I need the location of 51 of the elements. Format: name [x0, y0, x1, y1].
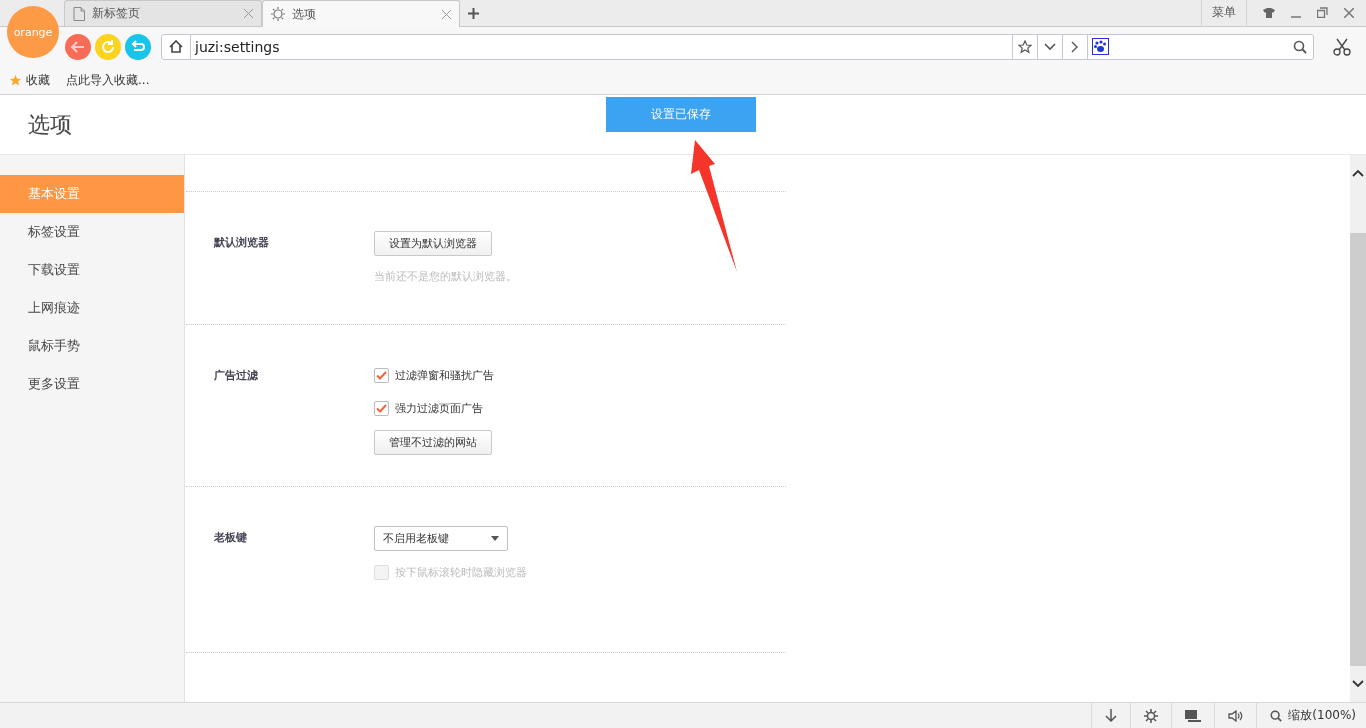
page-icon: [73, 6, 85, 21]
section-label: 广告过滤: [213, 368, 259, 384]
scrollbar[interactable]: [1350, 155, 1366, 702]
page-title: 选项: [28, 110, 73, 139]
zoom-level[interactable]: 缩放(100%): [1288, 707, 1356, 724]
search-icon[interactable]: [1293, 39, 1307, 54]
gear-icon: [271, 7, 285, 21]
gear-icon[interactable]: [1144, 708, 1159, 723]
dropdown[interactable]: 不启用老板键: [374, 526, 508, 551]
menu-button[interactable]: 菜单: [1201, 0, 1247, 26]
section-label: 默认浏览器: [213, 235, 270, 251]
bookmark-link[interactable]: 收藏: [26, 71, 50, 89]
scissors-icon[interactable]: [1333, 37, 1351, 56]
checkbox-label: 强力过滤页面广告: [395, 401, 483, 416]
chevron-down-icon[interactable]: [1044, 42, 1056, 51]
section-label: 老板键: [213, 530, 248, 546]
home-icon[interactable]: [169, 40, 183, 53]
close-icon[interactable]: [1344, 7, 1354, 18]
checkbox-label: 按下鼠标滚轮时隐藏浏览器: [395, 565, 527, 580]
back-icon[interactable]: [65, 33, 91, 60]
address-bar[interactable]: juzi:settings: [161, 33, 1314, 60]
checkbox-label: 过滤弹窗和骚扰广告: [395, 368, 494, 383]
chevron-right-icon[interactable]: [1071, 40, 1079, 53]
bookmark-link[interactable]: 点此导入收藏...: [66, 71, 150, 89]
sidebar-item[interactable]: 更多设置: [0, 365, 184, 403]
scroll-down-icon[interactable]: [1352, 680, 1364, 688]
checkbox[interactable]: [374, 401, 389, 416]
restore-icon[interactable]: [1317, 7, 1328, 18]
zoom-icon[interactable]: [1270, 709, 1283, 722]
scroll-up-icon[interactable]: [1352, 169, 1364, 177]
monitor-icon[interactable]: [1185, 709, 1202, 722]
close-icon[interactable]: [442, 9, 451, 19]
new-tab-icon[interactable]: [468, 8, 479, 19]
default-browser-button[interactable]: 设置为默认浏览器: [374, 231, 492, 256]
manage-sites-button[interactable]: 管理不过滤的网站: [374, 430, 492, 455]
shirt-icon[interactable]: [1263, 7, 1275, 18]
browser-tab[interactable]: 新标签页: [64, 0, 262, 26]
hint-text: 当前还不是您的默认浏览器。: [374, 269, 517, 284]
speaker-icon[interactable]: [1228, 709, 1244, 722]
sidebar-item[interactable]: 鼠标手势: [0, 327, 184, 365]
paw-icon[interactable]: [1092, 38, 1109, 55]
star-icon: [9, 73, 22, 87]
download-icon[interactable]: [1105, 709, 1118, 722]
sidebar-item[interactable]: 上网痕迹: [0, 289, 184, 327]
checkbox[interactable]: [374, 368, 389, 383]
caret-icon: [491, 536, 499, 541]
browser-tab[interactable]: 选项: [262, 0, 460, 27]
star-icon[interactable]: [1018, 39, 1032, 54]
address-text: juzi:settings: [193, 38, 281, 55]
sidebar-item[interactable]: 下载设置: [0, 251, 184, 289]
sidebar-item[interactable]: 标签设置: [0, 213, 184, 251]
